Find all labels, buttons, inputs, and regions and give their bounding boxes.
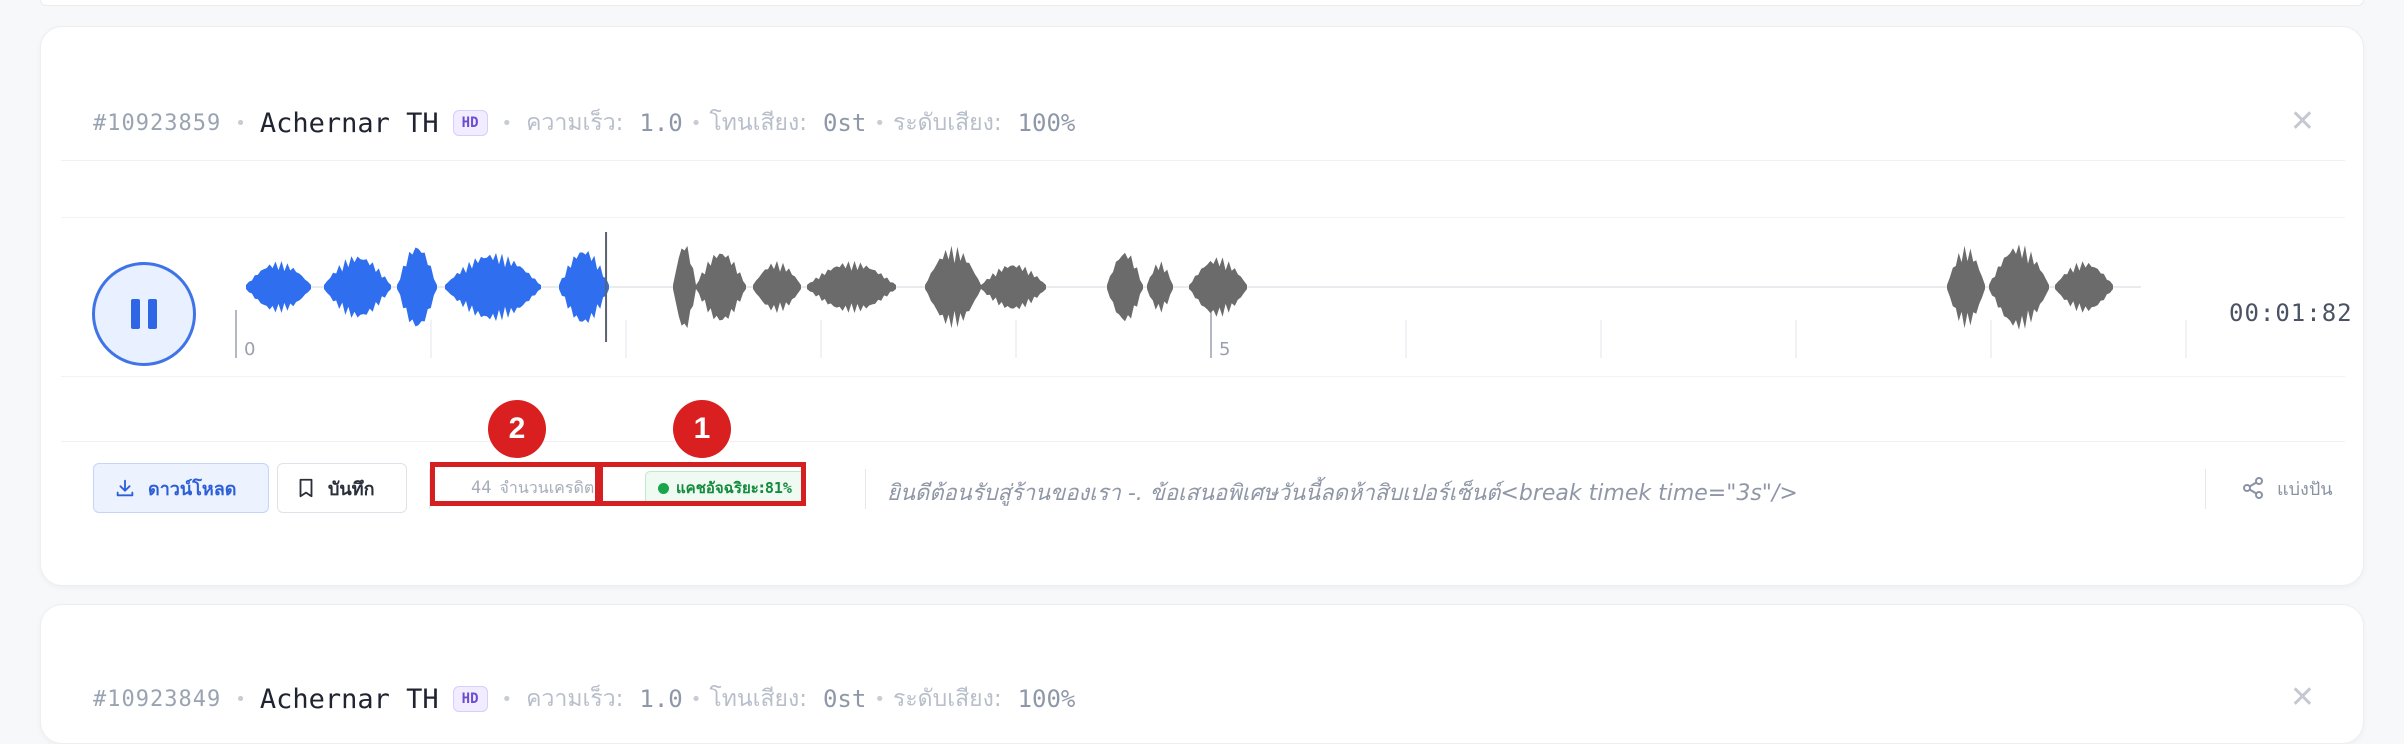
previous-card-edge bbox=[40, 0, 2364, 6]
ruler-label: 5 bbox=[1219, 339, 1230, 360]
actions-divider bbox=[61, 441, 2345, 442]
pitch-value: 0st bbox=[822, 685, 867, 713]
voice-name: Achernar TH bbox=[259, 683, 439, 715]
waveform-segment bbox=[397, 247, 437, 327]
ruler-label: 0 bbox=[244, 339, 255, 360]
share-button[interactable]: แบ่งปัน bbox=[2241, 471, 2333, 505]
bookmark-icon bbox=[299, 478, 313, 498]
waveform-segment bbox=[673, 245, 696, 329]
waveform-segment bbox=[753, 260, 801, 314]
volume-label: ระดับเสียง: bbox=[892, 686, 1002, 712]
job-header: #10923849 • Achernar TH HD • ความเร็ว: 1… bbox=[93, 679, 1075, 719]
annotation-marker: 1 bbox=[673, 400, 731, 458]
divider bbox=[865, 469, 866, 509]
download-icon bbox=[116, 479, 134, 497]
waveform-segment bbox=[981, 264, 1046, 310]
script-text: ยินดีต้อนรับสู่ร้านของเรา -. ข้อเสนอพิเศ… bbox=[887, 481, 1798, 506]
waveform-segment bbox=[1989, 244, 2049, 330]
waveform-segment bbox=[2055, 261, 2113, 313]
tts-job-card: #10923859 • Achernar TH HD • ความเร็ว: 1… bbox=[40, 26, 2364, 586]
quality-badge: HD bbox=[452, 686, 488, 712]
waveform-segment bbox=[1147, 261, 1173, 313]
share-icon bbox=[2243, 477, 2263, 499]
divider bbox=[2205, 469, 2206, 509]
cache-highlight bbox=[598, 462, 806, 506]
close-icon[interactable]: ✕ bbox=[2290, 683, 2315, 713]
save-button[interactable]: บันทึก bbox=[277, 463, 407, 513]
pitch-label: โทนเสียง: bbox=[709, 686, 807, 712]
waveform-segment bbox=[1107, 252, 1143, 322]
tts-job-card: #10923849 • Achernar TH HD • ความเร็ว: 1… bbox=[40, 604, 2364, 744]
waveform-segment bbox=[246, 261, 311, 313]
speed-value: 1.0 bbox=[639, 685, 683, 713]
separator-dot: • bbox=[874, 688, 885, 710]
separator-dot: • bbox=[690, 688, 702, 710]
waveform-segment bbox=[324, 256, 391, 318]
waveform-segment bbox=[807, 260, 896, 314]
waveform-segment bbox=[1189, 257, 1247, 317]
waveform-segment bbox=[1947, 245, 1985, 329]
download-button[interactable]: ดาวน์โหลด bbox=[93, 463, 269, 513]
waveform-segment bbox=[925, 245, 981, 329]
waveform-segment bbox=[696, 253, 746, 321]
waveform[interactable]: 05 bbox=[41, 27, 2365, 447]
separator-dot: • bbox=[501, 688, 513, 710]
volume-value: 100% bbox=[1017, 685, 1076, 713]
annotation-marker: 2 bbox=[488, 400, 546, 458]
duration-display: 00:01:82 bbox=[2229, 299, 2353, 327]
share-label: แบ่งปัน bbox=[2277, 478, 2333, 500]
timeline-ruler: 05 bbox=[235, 310, 2187, 360]
waveform-segment bbox=[445, 252, 541, 322]
separator-dot: • bbox=[235, 688, 246, 710]
save-label: บันทึก bbox=[328, 478, 375, 500]
download-label: ดาวน์โหลด bbox=[148, 478, 237, 500]
credits-highlight bbox=[430, 462, 600, 506]
speed-label: ความเร็ว: bbox=[526, 686, 624, 712]
waveform-segment bbox=[559, 251, 609, 323]
